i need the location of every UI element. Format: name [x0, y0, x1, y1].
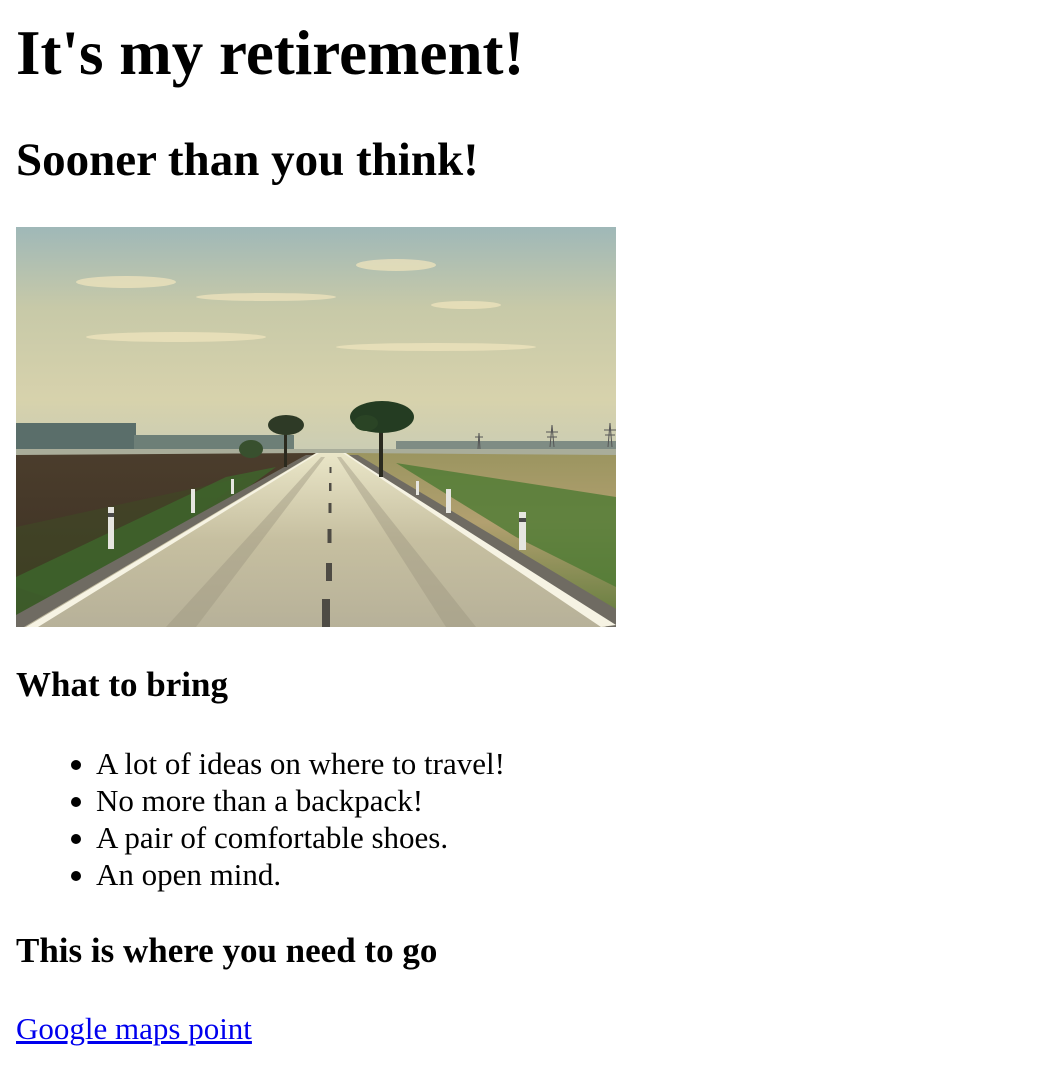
list-item-text: A pair of comfortable shoes.	[96, 820, 449, 855]
list-item: No more than a backpack!	[56, 782, 505, 819]
google-maps-link[interactable]: Google maps point	[16, 1009, 252, 1049]
list-item: A lot of ideas on where to travel!	[56, 745, 505, 782]
bring-list: A lot of ideas on where to travel! No mo…	[56, 745, 505, 893]
what-to-bring-heading: What to bring	[16, 665, 228, 704]
list-item-text: An open mind.	[96, 857, 282, 892]
list-item: An open mind.	[56, 856, 505, 893]
destination-heading: This is where you need to go	[16, 931, 438, 970]
list-item: A pair of comfortable shoes.	[56, 819, 505, 856]
bullet-icon	[71, 834, 81, 844]
bullet-icon	[71, 760, 81, 770]
page-subtitle: Sooner than you think!	[16, 134, 479, 186]
page-title: It's my retirement!	[16, 18, 525, 88]
list-item-text: No more than a backpack!	[96, 783, 424, 818]
list-item-text: A lot of ideas on where to travel!	[96, 746, 505, 781]
bullet-icon	[71, 871, 81, 881]
road-photo	[16, 227, 616, 627]
bullet-icon	[71, 797, 81, 807]
